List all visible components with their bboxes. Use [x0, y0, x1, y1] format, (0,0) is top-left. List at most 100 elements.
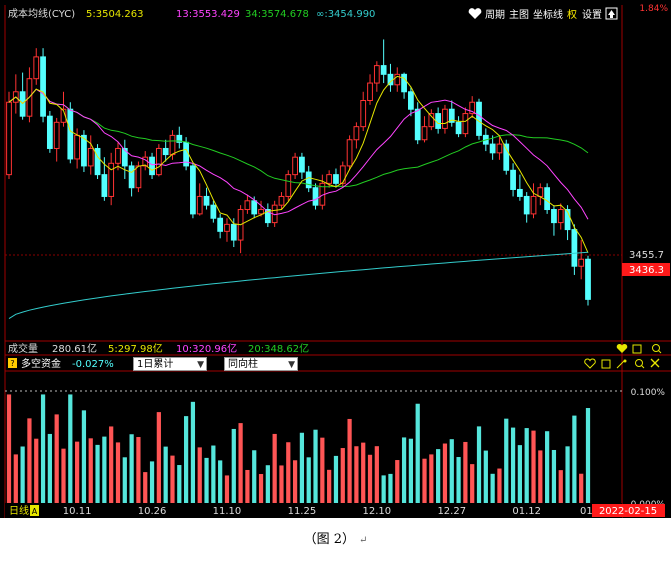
candle-body — [292, 156, 298, 176]
candle-body — [510, 169, 516, 190]
candle — [19, 72, 26, 120]
ma-inf-legend: ∞:3454.990 — [316, 9, 375, 20]
fund-bar — [449, 439, 454, 503]
candle-body — [299, 156, 305, 173]
candle — [387, 63, 394, 92]
fund-bar — [197, 447, 202, 503]
fund-bar — [218, 460, 223, 503]
candle-body — [442, 108, 448, 129]
candle-body — [551, 209, 557, 224]
fund-bar — [456, 457, 461, 503]
candle — [149, 152, 155, 179]
candle — [476, 98, 482, 140]
fund-bar — [538, 450, 543, 503]
candle — [190, 163, 196, 219]
ma5-legend: 5:3504.263 — [86, 9, 143, 20]
close-icon[interactable] — [650, 358, 660, 368]
return-mark-icon: ↵ — [359, 535, 368, 546]
menu-settings[interactable]: 设置 — [582, 9, 602, 21]
candle-body — [380, 65, 387, 75]
date-label: 12.27 — [437, 506, 466, 517]
candle — [217, 213, 224, 239]
candle — [155, 144, 162, 177]
candle-body — [101, 174, 108, 197]
candle-body — [46, 115, 53, 149]
candle-body — [258, 209, 264, 215]
menu-main-chart[interactable]: 主图 — [509, 9, 529, 21]
candle-body — [230, 223, 237, 241]
candle-body — [40, 56, 46, 117]
date-label: 11.10 — [213, 506, 242, 517]
candle-body — [128, 165, 135, 189]
fund-bar — [122, 457, 127, 503]
candle — [46, 110, 53, 153]
fund-bar — [143, 472, 148, 503]
cursor-date-label: 2022-02-15 — [599, 506, 657, 517]
candle — [333, 168, 339, 188]
candle — [128, 161, 135, 197]
candle — [292, 152, 298, 179]
candle — [462, 107, 469, 138]
heart-icon[interactable] — [468, 8, 482, 19]
candle-body — [544, 187, 551, 211]
zoom-icon[interactable] — [652, 344, 662, 354]
menu-axis-lines[interactable]: 坐标线 — [533, 8, 563, 21]
fund-bar — [115, 442, 121, 503]
bar-mode-select-value: 同向柱 — [228, 359, 258, 370]
candle-body — [217, 217, 224, 232]
accumulate-select[interactable]: 1日累计 ▼ — [133, 357, 207, 371]
candle — [469, 96, 476, 118]
date-label: 10.26 — [138, 506, 167, 517]
menu-rights[interactable]: 权 — [567, 8, 577, 21]
candle — [510, 163, 516, 197]
heart-icon[interactable] — [584, 358, 596, 369]
candle-body — [489, 143, 496, 154]
fund-bar — [497, 468, 502, 503]
indicator-value: -0.027% — [72, 359, 114, 370]
candle-body — [414, 108, 421, 141]
fund-bar — [524, 428, 529, 503]
fund-bar — [95, 444, 100, 503]
fund-bar — [470, 464, 475, 503]
candle-body — [210, 204, 217, 219]
candle — [414, 102, 421, 145]
app-window: 成本均线(CYC) 5:3504.263 13:3553.429 34:3574… — [0, 0, 671, 562]
candle — [428, 109, 435, 131]
fund-bar — [102, 436, 107, 503]
fund-bar — [245, 469, 250, 503]
volume-ma5: 5:297.98亿 — [108, 342, 163, 355]
candle — [67, 102, 74, 164]
fund-bar — [292, 460, 298, 503]
question-icon[interactable]: ? — [8, 358, 17, 368]
figure-caption: （图 2） ↵ — [0, 528, 671, 547]
candle-body — [557, 209, 564, 224]
fund-bar — [88, 438, 93, 503]
candle — [455, 116, 462, 138]
menu-period[interactable]: 周期 — [485, 9, 505, 21]
candle-body — [326, 174, 333, 184]
candle-body — [516, 188, 523, 197]
candle — [442, 104, 448, 134]
candle-body — [244, 200, 251, 211]
fund-bar — [408, 438, 414, 503]
price-mid-label: 3455.7 — [629, 250, 664, 261]
chart-title: 成本均线(CYC) — [8, 7, 75, 20]
candle-body — [53, 121, 60, 149]
fund-bar — [415, 403, 420, 503]
fund-bar — [361, 442, 366, 503]
fund-bar — [333, 455, 339, 503]
bar-mode-select[interactable]: 同向柱 ▼ — [224, 357, 298, 371]
volume-value: 280.61亿 — [52, 342, 97, 355]
fund-bar — [252, 450, 257, 503]
arrow-up-icon[interactable] — [605, 7, 618, 20]
fund-bar — [204, 457, 209, 503]
window-icon[interactable] — [601, 359, 611, 369]
candle — [203, 187, 210, 210]
period-label[interactable]: 日线 — [9, 504, 29, 517]
window-icon[interactable] — [632, 344, 642, 354]
fund-bar — [170, 455, 175, 503]
fund-bar — [374, 446, 379, 503]
candle-body — [305, 171, 312, 189]
candle — [544, 183, 551, 214]
zoom-icon[interactable] — [635, 359, 645, 369]
